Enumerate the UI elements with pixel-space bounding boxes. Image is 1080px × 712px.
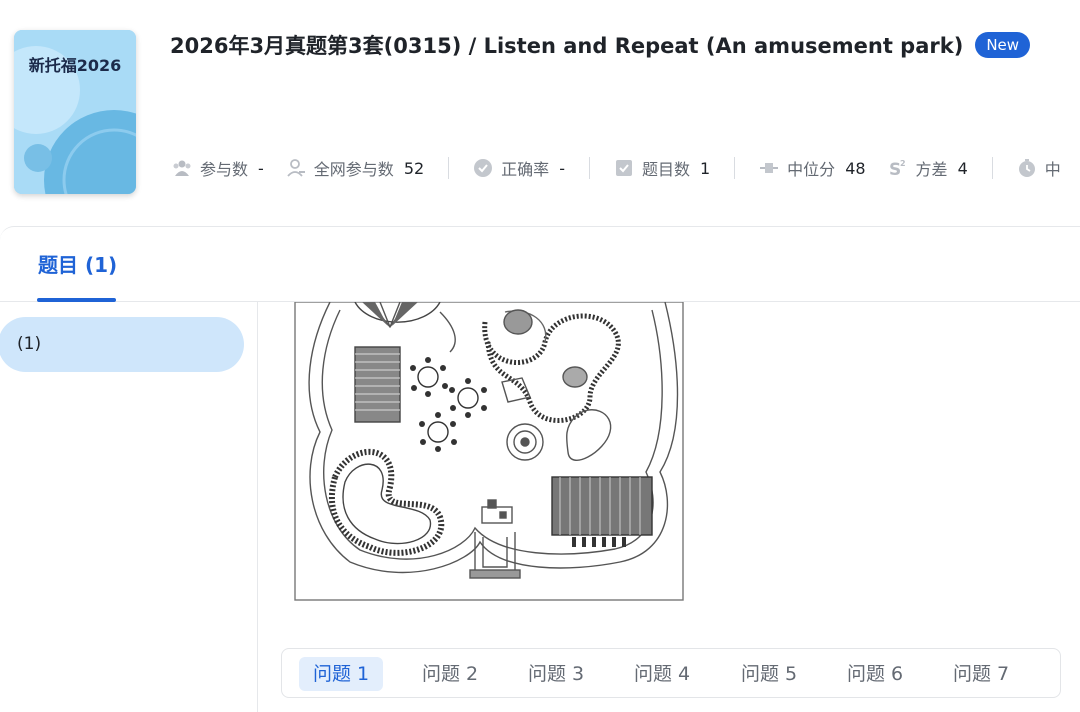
new-badge: New [975, 32, 1031, 58]
person-icon [287, 159, 305, 177]
stat-label: 正确率 [501, 160, 550, 179]
stats-bar: 参与数 - 全网参与数 52 正确率 - 题目数 1 中位分 48 S 2 方差… [172, 156, 1061, 180]
median-icon [760, 163, 779, 173]
question-tabs: 问题 1 问题 2 问题 3 问题 4 问题 5 问题 6 问题 7 [281, 648, 1061, 698]
people-icon [173, 160, 191, 176]
question-tab-6[interactable]: 问题 6 [833, 657, 917, 691]
question-tab-4[interactable]: 问题 4 [620, 657, 704, 691]
title-row: 2026年3月真题第3套(0315) / Listen and Repeat (… [170, 30, 1031, 60]
page-title: 2026年3月真题第3套(0315) / Listen and Repeat (… [170, 34, 964, 58]
stat-participants: 参与数 - [172, 156, 264, 180]
stat-value: 52 [403, 158, 425, 178]
svg-text:2: 2 [900, 159, 906, 168]
stat-variance: S 2 方差 4 [888, 156, 968, 180]
question-tab-7[interactable]: 问题 7 [939, 657, 1023, 691]
sidebar-item-1[interactable]: (1) [0, 317, 244, 372]
tab-bar: 题目 (1) [0, 226, 1080, 302]
variance-icon: S 2 [889, 159, 906, 178]
stat-question-count: 题目数 1 [614, 156, 710, 180]
stat-label: 全网参与数 [313, 160, 394, 179]
cover-title: 新托福2026 [28, 56, 122, 75]
stat-total-participants: 全网参与数 52 [286, 156, 424, 180]
stat-value: 4 [957, 158, 968, 178]
stat-value: 1 [699, 158, 711, 178]
stat-label: 中 [1044, 160, 1061, 179]
stat-median: 中位分 48 [759, 156, 866, 180]
question-tab-3[interactable]: 问题 3 [514, 657, 598, 691]
question-tab-1[interactable]: 问题 1 [299, 657, 384, 691]
stat-label: 方差 [915, 160, 948, 179]
stat-time: 中 [1017, 156, 1061, 180]
amusement-park-map [294, 302, 684, 601]
timer-icon [1018, 159, 1035, 177]
checkbox-icon [615, 160, 632, 176]
question-tab-2[interactable]: 问题 2 [408, 657, 492, 691]
stat-value: - [559, 158, 565, 178]
stat-label: 中位分 [787, 160, 836, 179]
tab-questions[interactable]: 题目 (1) [38, 249, 117, 278]
sidebar: (1) [0, 302, 258, 712]
book-cover: 新托福2026 [14, 30, 136, 194]
stat-label: 参与数 [200, 160, 249, 179]
stat-accuracy: 正确率 - [473, 156, 565, 180]
check-circle-icon [474, 159, 493, 177]
stat-value: 48 [845, 158, 866, 178]
stat-label: 题目数 [641, 160, 690, 179]
stat-value: - [258, 158, 264, 178]
question-tab-5[interactable]: 问题 5 [727, 657, 811, 691]
